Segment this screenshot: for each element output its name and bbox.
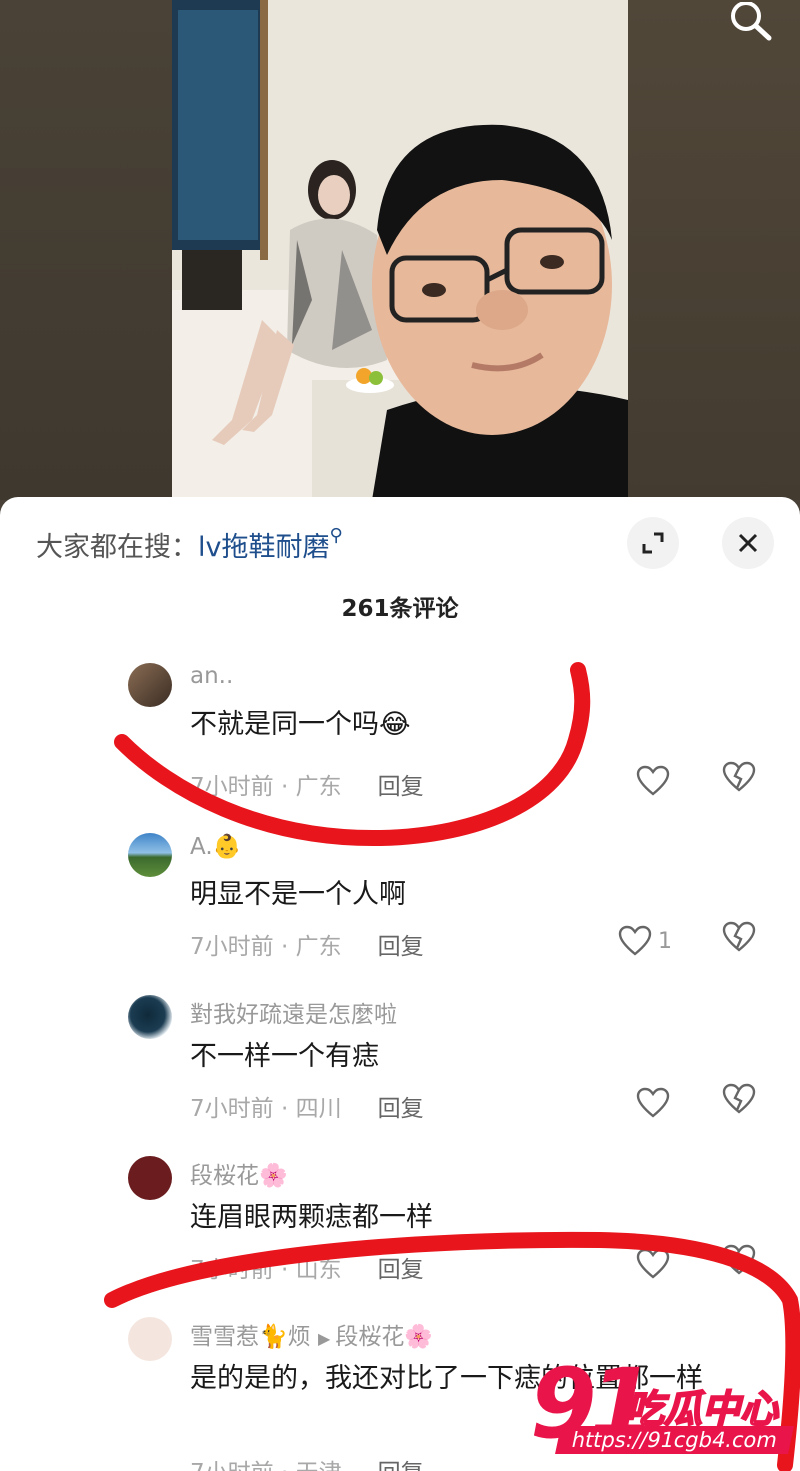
comment-text: 明显不是一个人啊 <box>190 879 406 910</box>
comment-username[interactable]: 對我好疏遠是怎麼啦 <box>190 995 397 1029</box>
comment-count-title: 261条评论 <box>341 596 459 622</box>
comment-location: 广东 <box>295 934 342 960</box>
broken-heart-icon <box>722 1083 756 1114</box>
video-backdrop-right <box>628 0 800 500</box>
reply-to-username[interactable]: 段桜花🌸 <box>335 1324 433 1350</box>
close-icon <box>738 533 758 553</box>
comment-location: 山东 <box>295 1257 342 1283</box>
avatar[interactable] <box>128 995 172 1039</box>
watermark-brand: 吃瓜中心 <box>625 1386 779 1432</box>
comment-time: 7小时前 <box>190 1096 274 1122</box>
expand-button[interactable] <box>627 517 679 569</box>
video-area[interactable] <box>0 0 800 500</box>
dislike-button[interactable] <box>722 761 762 801</box>
like-button[interactable] <box>636 1083 676 1123</box>
comment-location: 广东 <box>295 774 342 800</box>
comment-item: 對我好疏遠是怎麼啦 不一样一个有痣 7小时前 · 四川 回复 <box>0 995 800 1145</box>
avatar[interactable] <box>128 833 172 877</box>
comment-text: 不就是同一个吗😂 <box>190 709 411 740</box>
comment-item: an.. 不就是同一个吗😂 7小时前 · 广东 回复 <box>0 663 800 813</box>
reply-button[interactable]: 回复 <box>378 1096 424 1122</box>
hot-search-bar: 大家都在搜：lv拖鞋耐磨⚲ <box>36 525 343 564</box>
comment-time: 7小时前 <box>190 1257 274 1283</box>
comment-text: 不一样一个有痣 <box>190 1041 379 1072</box>
comment-meta: 7小时前 · 四川 回复 <box>190 1096 424 1122</box>
comment-username[interactable]: A.👶 <box>190 833 241 860</box>
hot-search-magnifier-icon[interactable]: ⚲ <box>329 525 342 546</box>
comment-time: 7小时前 <box>190 934 274 960</box>
site-watermark: 91 吃瓜中心 https://91cgb4.com <box>510 1348 800 1471</box>
broken-heart-icon <box>722 921 756 952</box>
comment-username[interactable]: an.. <box>190 663 233 689</box>
comment-item: 段桜花🌸 连眉眼两颗痣都一样 7小时前 · 山东 回复 <box>0 1156 800 1306</box>
like-count: 1 <box>658 928 672 954</box>
hot-search-term[interactable]: lv拖鞋耐磨 <box>198 532 329 563</box>
reply-button[interactable]: 回复 <box>378 774 424 800</box>
avatar[interactable] <box>128 1156 172 1200</box>
search-icon[interactable] <box>726 1 774 42</box>
avatar[interactable] <box>128 663 172 707</box>
video-backdrop-left <box>0 0 172 500</box>
comment-username[interactable]: 雪雪惹🐈烦 <box>190 1324 311 1350</box>
dislike-button[interactable] <box>722 921 762 961</box>
close-button[interactable] <box>722 517 774 569</box>
comment-meta: 7小时前 · 广东 回复 <box>190 934 424 960</box>
broken-heart-icon <box>722 1244 756 1275</box>
comment-meta: 7小时前 · 广东 回复 <box>190 774 424 800</box>
comment-meta: 7小时前 · 山东 回复 <box>190 1257 424 1283</box>
expand-icon <box>642 532 664 554</box>
comment-location: 天津 <box>296 1460 342 1471</box>
reply-button[interactable]: 回复 <box>378 934 424 960</box>
hot-search-label: 大家都在搜： <box>36 532 198 563</box>
comment-location: 四川 <box>295 1096 342 1122</box>
reply-arrow-icon: ▶ <box>317 1329 336 1348</box>
reply-button[interactable]: 回复 <box>378 1460 424 1471</box>
watermark-url: https://91cgb4.com <box>555 1426 795 1454</box>
broken-heart-icon <box>722 761 756 792</box>
comment-username[interactable]: 段桜花🌸 <box>190 1156 288 1190</box>
comment-time: 7小时前 <box>190 1460 274 1471</box>
heart-icon <box>618 925 652 956</box>
selfie-photo <box>172 0 628 500</box>
heart-icon <box>636 1087 670 1118</box>
heart-icon <box>636 1248 670 1279</box>
avatar[interactable] <box>128 1317 172 1361</box>
like-button[interactable] <box>636 1244 676 1284</box>
dislike-button[interactable] <box>722 1083 762 1123</box>
reply-button[interactable]: 回复 <box>378 1257 424 1283</box>
video-frame <box>172 0 628 500</box>
comment-meta: 7小时前 · 天津回复 <box>190 1453 424 1471</box>
like-button[interactable]: 1 <box>618 921 688 961</box>
dislike-button[interactable] <box>722 1244 762 1284</box>
comment-text: 连眉眼两颗痣都一样 <box>190 1202 433 1233</box>
comments-sheet: 大家都在搜：lv拖鞋耐磨⚲ 261条评论 an.. 不就是同一个吗😂 7小时前 … <box>0 497 800 1471</box>
comment-username-line: 雪雪惹🐈烦 ▶ 段桜花🌸 <box>190 1317 433 1351</box>
comment-time: 7小时前 <box>190 774 274 800</box>
like-button[interactable] <box>636 761 676 801</box>
comment-item: A.👶 明显不是一个人啊 7小时前 · 广东 回复 1 <box>0 833 800 983</box>
heart-icon <box>636 765 670 796</box>
